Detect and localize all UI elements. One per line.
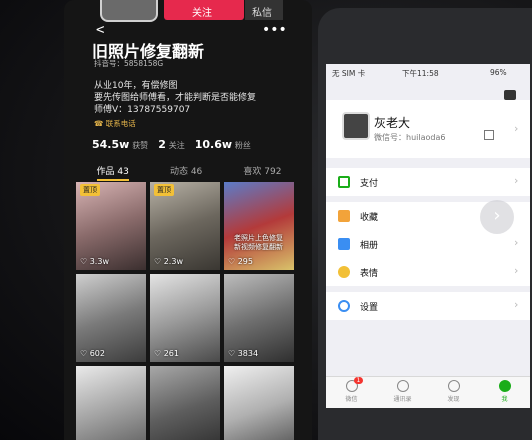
stat-likes[interactable]: 54.5w 获赞 (92, 138, 148, 151)
carrier-text: 无 SIM 卡 (332, 69, 366, 78)
contacts-icon (396, 380, 409, 392)
tab-label: 通讯录 (393, 396, 412, 403)
contact-label: 联系电话 (105, 119, 136, 128)
profile-stats: 54.5w 获赞 2 关注 10.6w 粉丝 (92, 138, 251, 151)
like-count: ♡ 602 (80, 349, 105, 358)
video-thumb[interactable]: ♡ 261 (150, 274, 220, 362)
video-thumb[interactable] (224, 366, 294, 440)
tab-contacts[interactable]: 通讯录 (383, 377, 423, 408)
unread-badge: 1 (353, 377, 364, 384)
bottom-tab-bar: 1 微信 通讯录 发现 我 (326, 376, 530, 408)
avatar[interactable] (342, 112, 370, 140)
menu-item-pay[interactable]: 支付 › (326, 168, 530, 196)
menu-item-label: 相册 (360, 240, 379, 251)
bio-line: 从业10年，有偿修图 (94, 81, 178, 91)
like-count: ♡ 295 (228, 257, 253, 266)
tab-label: 微信 (345, 396, 358, 403)
menu-item-label: 表情 (360, 268, 379, 279)
compass-icon (447, 380, 460, 392)
floating-chevron-button[interactable]: › (480, 200, 514, 234)
favorites-icon (338, 210, 350, 222)
video-thumb[interactable]: 置顶 ♡ 2.3w (150, 182, 220, 270)
video-grid: 置顶 ♡ 3.3w 置顶 ♡ 2.3w 老照片上色修复 新视频修复翻新 ♡ 29… (76, 182, 298, 440)
tab-label: 我 (501, 396, 508, 403)
status-bar: 无 SIM 卡 下午11:58 96% (326, 64, 530, 82)
like-count: ♡ 3.3w (80, 257, 109, 266)
follow-button[interactable]: 关注 (164, 0, 244, 20)
chevron-right-icon: › (514, 298, 519, 311)
stickers-icon (338, 266, 350, 278)
tab-label: 发现 (447, 396, 460, 403)
chevron-right-icon: › (514, 236, 519, 249)
clock-text: 下午11:58 (402, 69, 439, 78)
video-thumb[interactable]: 置顶 ♡ 3.3w (76, 182, 146, 270)
wechat-me-screen: 无 SIM 卡 下午11:58 96% 灰老大 微信号：huilaoda6 › … (326, 64, 530, 408)
profile-tabs: 作品 43 动态 46 喜欢 792 (76, 164, 302, 181)
tab-me[interactable]: 我 (485, 377, 525, 408)
tab-dynamics[interactable]: 动态 46 (170, 164, 202, 181)
tab-works[interactable]: 作品 43 (96, 164, 129, 181)
tab-chats[interactable]: 1 微信 (332, 377, 372, 408)
douyin-id: 抖音号：5858158G (94, 59, 164, 68)
menu-item-album[interactable]: 相册 › (326, 230, 530, 258)
chevron-right-icon: › (514, 174, 519, 187)
person-icon (498, 380, 511, 392)
album-icon (338, 238, 350, 250)
chevron-right-icon: › (514, 122, 519, 135)
stat-following[interactable]: 2 关注 (158, 138, 185, 151)
video-thumb[interactable]: 老照片上色修复 新视频修复翻新 ♡ 295 (224, 182, 294, 270)
video-thumb[interactable] (150, 366, 220, 440)
like-count: ♡ 3834 (228, 349, 259, 358)
menu-item-stickers[interactable]: 表情 › (326, 258, 530, 286)
profile-bio: 从业10年，有偿修图 要先传图给师傅看，才能判断是否能修复 师傅V：137875… (94, 80, 294, 116)
back-icon[interactable]: < (96, 22, 104, 38)
bio-line: 要先传图给师傅看，才能判断是否能修复 (94, 93, 257, 103)
wechat-id: 微信号：huilaoda6 (374, 133, 446, 142)
menu-item-settings[interactable]: 设置 › (326, 292, 530, 320)
pinned-badge: 置顶 (80, 184, 100, 196)
like-count: ♡ 261 (154, 349, 179, 358)
menu-item-label: 收藏 (360, 212, 379, 223)
tab-discover[interactable]: 发现 (434, 377, 474, 408)
message-button[interactable]: 私信 (245, 0, 283, 20)
video-thumb[interactable]: ♡ 3834 (224, 274, 294, 362)
settings-icon (338, 300, 350, 312)
tab-likes[interactable]: 喜欢 792 (243, 164, 281, 181)
menu-item-label: 设置 (360, 302, 379, 313)
video-caption: 老照片上色修复 新视频修复翻新 (234, 234, 283, 251)
profile-name: 灰老大 (374, 116, 411, 130)
camera-icon[interactable] (504, 90, 516, 100)
chevron-right-icon: › (514, 264, 519, 277)
pinned-badge: 置顶 (154, 184, 174, 196)
stat-followers[interactable]: 10.6w 粉丝 (195, 138, 251, 151)
video-thumb[interactable] (76, 366, 146, 440)
profile-avatar[interactable] (100, 0, 158, 22)
left-phone: 关注 私信 < ••• 旧照片修复翻新 抖音号：5858158G 从业10年，有… (64, 0, 312, 440)
phone-icon: ☎ (94, 119, 104, 128)
battery-text: 96% (490, 68, 507, 77)
profile-card[interactable]: 灰老大 微信号：huilaoda6 › (326, 100, 530, 158)
like-count: ♡ 2.3w (154, 257, 183, 266)
more-icon[interactable]: ••• (262, 22, 287, 38)
pay-icon (338, 176, 350, 188)
qr-code-icon[interactable] (484, 130, 494, 140)
menu-item-label: 支付 (360, 178, 379, 189)
contact-phone-link[interactable]: ☎ 联系电话 (94, 118, 136, 129)
video-thumb[interactable]: ♡ 602 (76, 274, 146, 362)
bio-line: 师傅V：13787559707 (94, 105, 191, 115)
